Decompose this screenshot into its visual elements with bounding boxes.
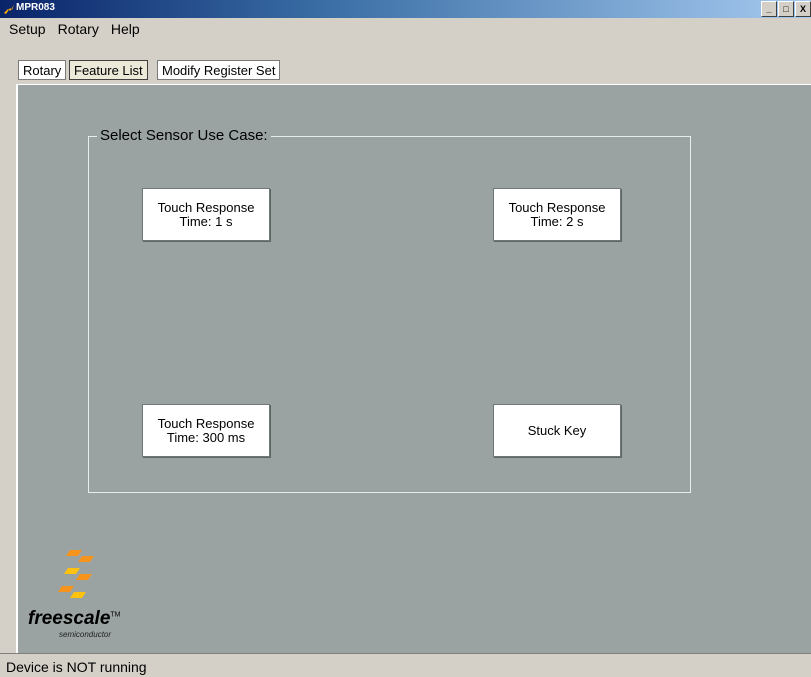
touch-response-300ms-button[interactable]: Touch Response Time: 300 ms (142, 404, 270, 457)
status-text: Device is NOT running (6, 659, 147, 675)
tab-rotary[interactable]: Rotary (18, 60, 67, 80)
logo-subtitle: semiconductor (59, 630, 112, 639)
group-label: Select Sensor Use Case: (97, 127, 271, 144)
stuck-key-button[interactable]: Stuck Key (493, 404, 621, 457)
button-line: Touch Response (508, 199, 606, 215)
maximize-button[interactable]: □ (778, 1, 794, 17)
tab-feature-list[interactable]: Feature List (69, 60, 148, 80)
touch-response-1s-button[interactable]: Touch Response Time: 1 s (142, 188, 270, 241)
close-button[interactable]: X (795, 1, 811, 17)
tab-modify-register-set[interactable]: Modify Register Set (157, 60, 281, 80)
menu-bar: Setup Rotary Help (0, 18, 811, 40)
freescale-logo-icon (58, 550, 94, 598)
tab-bar: Rotary Feature List Modify Register Set (0, 40, 811, 84)
minimize-button[interactable]: _ (761, 1, 777, 17)
app-icon (4, 5, 14, 14)
title-bar: MPR083 _ □ X (0, 0, 811, 18)
button-line: Stuck Key (527, 422, 587, 438)
feature-list-panel: Select Sensor Use Case: Touch Response Ti… (16, 84, 811, 653)
button-line: Time: 1 s (179, 213, 233, 229)
button-line: Touch Response (157, 415, 255, 431)
menu-setup[interactable]: Setup (0, 18, 52, 40)
menu-help[interactable]: Help (105, 18, 146, 40)
button-line: Time: 2 s (530, 213, 584, 229)
window-title: MPR083 (16, 2, 55, 13)
menu-rotary[interactable]: Rotary (52, 18, 105, 40)
button-line: Time: 300 ms (166, 429, 246, 445)
status-bar: Device is NOT running (0, 653, 811, 677)
window-controls: _ □ X (760, 1, 811, 17)
button-line: Touch Response (157, 199, 255, 215)
freescale-logo: freescaleTM semiconductor (28, 548, 138, 643)
touch-response-2s-button[interactable]: Touch Response Time: 2 s (493, 188, 621, 241)
logo-wordmark: freescaleTM (28, 608, 121, 629)
